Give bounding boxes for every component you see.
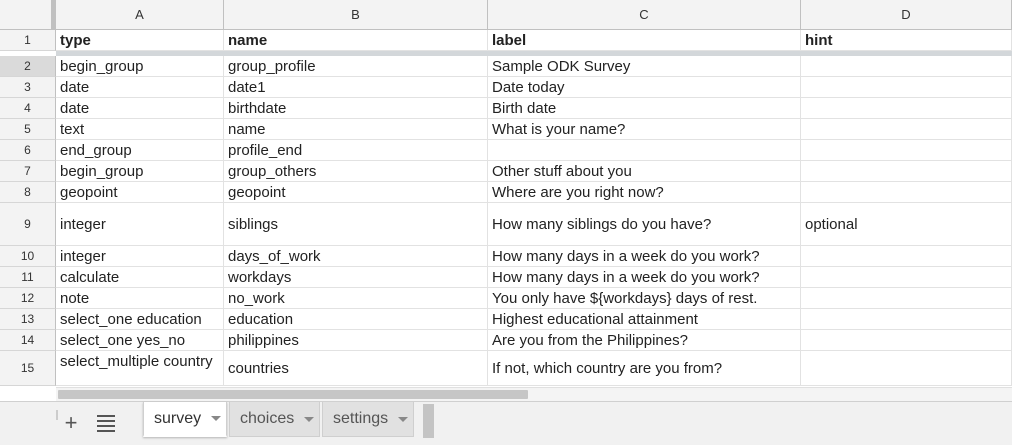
caret-down-icon[interactable]: [398, 416, 409, 422]
row-number[interactable]: 14: [0, 330, 56, 351]
table-cell[interactable]: select_one education: [56, 309, 224, 330]
row-number[interactable]: 11: [0, 267, 56, 288]
table-cell[interactable]: profile_end: [224, 140, 488, 161]
column-header-a[interactable]: A: [56, 0, 224, 30]
table-cell[interactable]: date1: [224, 77, 488, 98]
header-cell[interactable]: name: [224, 30, 488, 51]
table-cell[interactable]: siblings: [224, 203, 488, 246]
tabbar-edge: [56, 410, 58, 420]
row-number[interactable]: 13: [0, 309, 56, 330]
table-cell[interactable]: What is your name?: [488, 119, 801, 140]
table-cell[interactable]: philippines: [224, 330, 488, 351]
list-icon[interactable]: [97, 415, 115, 432]
spreadsheet-grid: ABCD 1 type name label hint 2 begin_group group…: [0, 0, 1012, 387]
table-cell[interactable]: calculate: [56, 267, 224, 288]
table-cell[interactable]: note: [56, 288, 224, 309]
table-cell[interactable]: date: [56, 98, 224, 119]
table-cell[interactable]: [801, 182, 1012, 203]
horizontal-scrollbar[interactable]: [56, 387, 1012, 402]
table-cell[interactable]: workdays: [224, 267, 488, 288]
row-number[interactable]: 3: [0, 77, 56, 98]
table-cell[interactable]: integer: [56, 203, 224, 246]
table-cell[interactable]: You only have ${workdays} days of rest.: [488, 288, 801, 309]
table-cell[interactable]: [801, 309, 1012, 330]
row-number[interactable]: 7: [0, 161, 56, 182]
table-cell[interactable]: education: [224, 309, 488, 330]
row-number[interactable]: 12: [0, 288, 56, 309]
header-cell[interactable]: hint: [801, 30, 1012, 51]
table-cell[interactable]: If not, which country are you from?: [488, 351, 801, 386]
column-header-c[interactable]: C: [488, 0, 801, 30]
column-header-d[interactable]: D: [801, 0, 1012, 30]
row-number[interactable]: 4: [0, 98, 56, 119]
sheet-tab-choices[interactable]: choices: [229, 402, 320, 437]
table-cell[interactable]: Birth date: [488, 98, 801, 119]
table-cell[interactable]: optional: [801, 203, 1012, 246]
tab-scroll-handle[interactable]: [423, 404, 434, 438]
sheet-tab-label: survey: [154, 409, 202, 427]
header-cell[interactable]: type: [56, 30, 224, 51]
row-number[interactable]: 10: [0, 246, 56, 267]
table-cell[interactable]: begin_group: [56, 56, 224, 77]
sheet-tab-label: choices: [240, 410, 295, 427]
sheet-tab-settings[interactable]: settings: [322, 402, 414, 437]
row-number[interactable]: 6: [0, 140, 56, 161]
sheet-tab-bar: + survey choices settings: [0, 401, 1012, 445]
sheet-tab-label: settings: [333, 410, 389, 427]
header-cell[interactable]: label: [488, 30, 801, 51]
row-number[interactable]: 9: [0, 203, 56, 246]
table-cell[interactable]: group_profile: [224, 56, 488, 77]
table-cell[interactable]: birthdate: [224, 98, 488, 119]
table-cell[interactable]: How many siblings do you have?: [488, 203, 801, 246]
table-cell[interactable]: group_others: [224, 161, 488, 182]
table-cell[interactable]: [488, 140, 801, 161]
table-cell[interactable]: How many days in a week do you work?: [488, 246, 801, 267]
row-number[interactable]: 1: [0, 30, 56, 51]
table-cell[interactable]: end_group: [56, 140, 224, 161]
table-cell[interactable]: geopoint: [56, 182, 224, 203]
table-cell[interactable]: geopoint: [224, 182, 488, 203]
table-cell[interactable]: no_work: [224, 288, 488, 309]
table-cell[interactable]: name: [224, 119, 488, 140]
table-cell[interactable]: Date today: [488, 77, 801, 98]
row-number[interactable]: 2: [0, 56, 56, 77]
caret-down-icon[interactable]: [211, 416, 222, 421]
table-cell[interactable]: [801, 140, 1012, 161]
row-number[interactable]: 8: [0, 182, 56, 203]
table-cell[interactable]: Other stuff about you: [488, 161, 801, 182]
table-cell[interactable]: [801, 330, 1012, 351]
scrollbar-thumb[interactable]: [58, 390, 528, 399]
table-cell[interactable]: Where are you right now?: [488, 182, 801, 203]
table-cell[interactable]: begin_group: [56, 161, 224, 182]
table-cell[interactable]: [801, 77, 1012, 98]
table-cell[interactable]: select_one yes_no: [56, 330, 224, 351]
table-cell[interactable]: [801, 288, 1012, 309]
table-cell[interactable]: Sample ODK Survey: [488, 56, 801, 77]
table-cell[interactable]: days_of_work: [224, 246, 488, 267]
table-cell[interactable]: [801, 98, 1012, 119]
table-cell[interactable]: text: [56, 119, 224, 140]
frozen-row-divider[interactable]: [56, 51, 1012, 56]
table-cell[interactable]: select_multiple country: [56, 351, 224, 386]
table-cell[interactable]: [801, 267, 1012, 288]
table-cell[interactable]: integer: [56, 246, 224, 267]
table-cell[interactable]: [801, 161, 1012, 182]
table-cell[interactable]: How many days in a week do you work?: [488, 267, 801, 288]
table-cell[interactable]: [801, 246, 1012, 267]
table-cell[interactable]: Are you from the Philippines?: [488, 330, 801, 351]
table-cell[interactable]: countries: [224, 351, 488, 386]
column-header-b[interactable]: B: [224, 0, 488, 30]
row-number[interactable]: 15: [0, 351, 56, 386]
table-cell[interactable]: [801, 56, 1012, 77]
row-number[interactable]: 5: [0, 119, 56, 140]
plus-icon[interactable]: +: [60, 412, 82, 434]
sheet-tab-survey[interactable]: survey: [143, 402, 227, 437]
table-cell[interactable]: Highest educational attainment: [488, 309, 801, 330]
table-cell[interactable]: date: [56, 77, 224, 98]
table-cell[interactable]: [801, 119, 1012, 140]
caret-down-icon[interactable]: [304, 416, 315, 422]
table-cell[interactable]: [801, 351, 1012, 386]
select-all-corner[interactable]: [0, 0, 56, 30]
